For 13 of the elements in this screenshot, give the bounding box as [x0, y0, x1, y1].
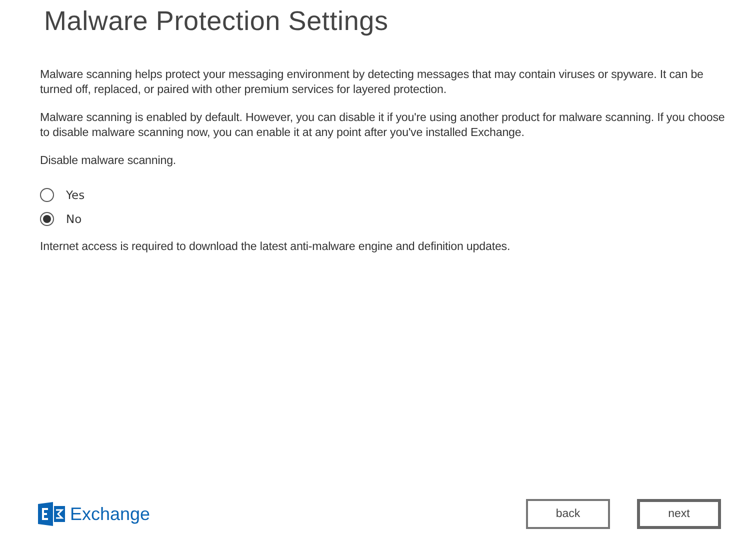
brand-name: Exchange — [70, 504, 150, 524]
radio-button[interactable] — [40, 212, 54, 226]
radio-label[interactable]: Yes — [66, 188, 85, 202]
note-text: Internet access is required to download the latest anti-malware engine and definition updates. — [40, 239, 512, 254]
description-text: Malware scanning helps protect your messaging environment by detecting messages that may contain viruses or spyware. It can be turned off, replaced, or paired with other premium services for layered protection. — [40, 67, 704, 97]
radio-label[interactable]: No — [66, 212, 82, 226]
description-text: Malware scanning is enabled by default. However, you can disable it if you're using another product for malware scanning. If you choose to disable malware scanning now, you can enable it at any point after you've installed Exchange. — [40, 110, 725, 140]
next-button[interactable]: next — [637, 499, 721, 529]
question-text: Disable malware scanning. — [40, 153, 178, 168]
page-title: Malware Protection Settings — [44, 6, 390, 37]
back-button[interactable]: back — [526, 499, 610, 529]
radio-button[interactable] — [40, 188, 54, 202]
logo-icon — [38, 502, 66, 526]
